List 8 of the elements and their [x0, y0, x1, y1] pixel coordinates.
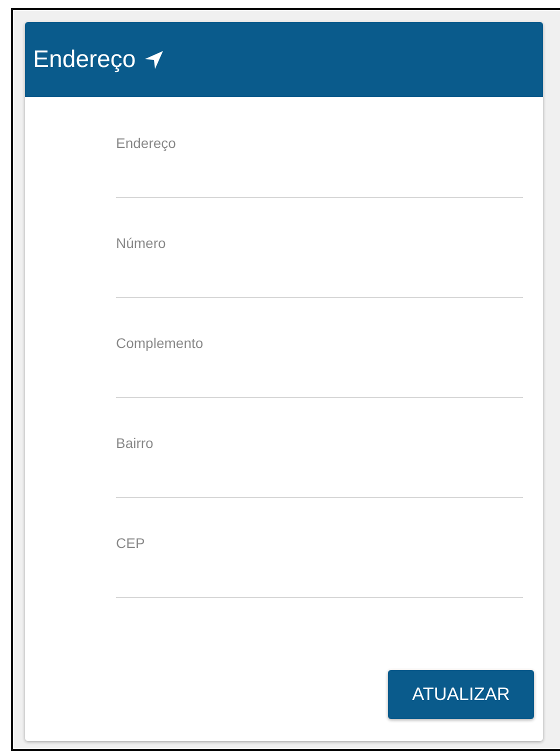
- input-field[interactable]: Bairro: [116, 398, 523, 498]
- input-field[interactable]: Endereço: [116, 135, 523, 198]
- update-button[interactable]: ATUALIZAR: [388, 670, 534, 719]
- input-field[interactable]: CEP: [116, 498, 523, 598]
- card-title: Endereço: [33, 46, 136, 74]
- input-field[interactable]: Complemento: [116, 298, 523, 398]
- location-arrow-icon: [144, 50, 164, 70]
- input-field[interactable]: Número: [116, 198, 523, 298]
